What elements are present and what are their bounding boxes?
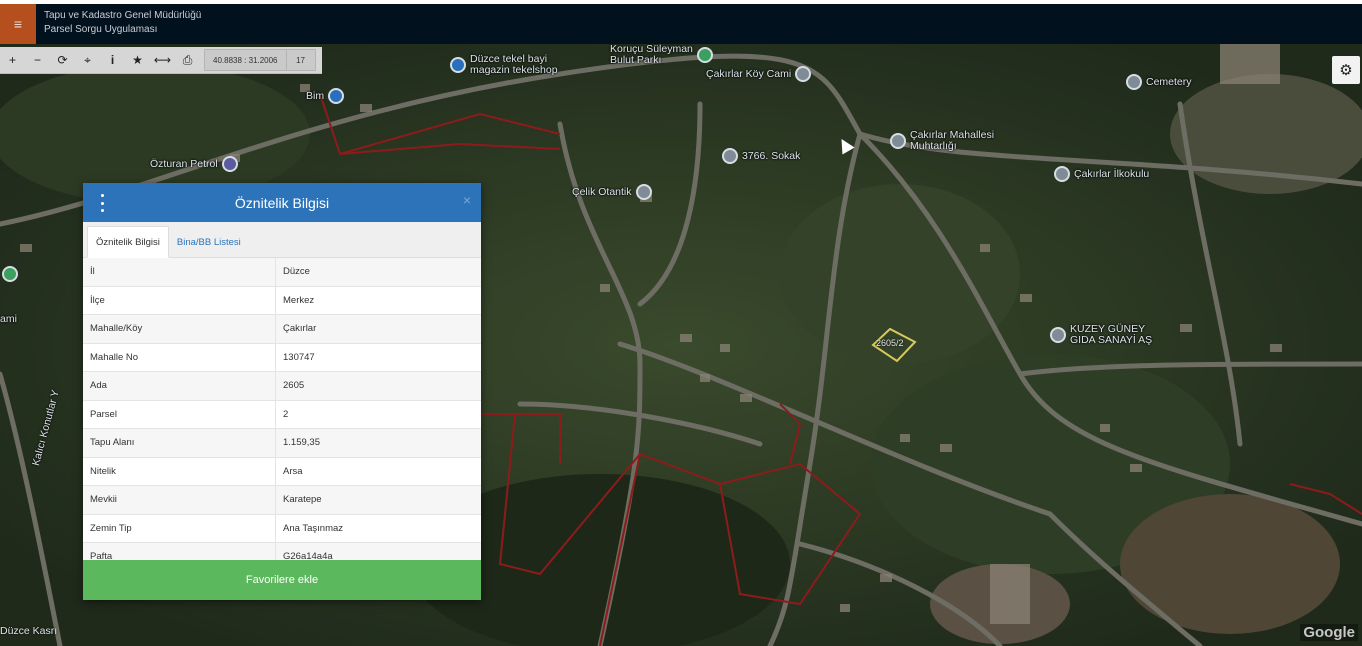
- shopping-pin-icon: [328, 88, 345, 104]
- info-icon[interactable]: i: [100, 47, 125, 73]
- poi-left-park[interactable]: [2, 266, 18, 282]
- kebab-menu-icon[interactable]: [95, 194, 109, 212]
- cemetery-pin-icon: [1126, 74, 1142, 90]
- poi-muhtarlik[interactable]: Çakırlar Mahallesi Muhtarlığı: [890, 130, 994, 152]
- google-logo: Google: [1300, 624, 1358, 641]
- attribute-value: 2605: [275, 371, 481, 401]
- poi-koy-cami[interactable]: Çakırlar Köy Cami: [706, 66, 812, 82]
- place-pin-icon: [635, 184, 652, 200]
- poi-tekel-bayi[interactable]: Düzce tekel bayi magazin tekelshop: [450, 54, 558, 76]
- map-corner-label: Düzce Kasrı: [0, 625, 58, 637]
- tab-bina-bb-listesi[interactable]: Bina/BB Listesi: [169, 227, 249, 257]
- attribute-key: İlçe: [83, 286, 276, 315]
- attribute-key: Ada: [83, 371, 276, 401]
- park-pin-icon: [696, 47, 713, 63]
- park-pin-icon: [2, 266, 18, 282]
- attribute-key: Tapu Alanı: [83, 428, 276, 458]
- attribute-key: Nitelik: [83, 457, 276, 486]
- close-icon[interactable]: ×: [463, 192, 471, 208]
- place-pin-icon: [722, 148, 738, 164]
- table-row: Mahalle/Köy Çakırlar: [83, 314, 481, 344]
- app-title: Tapu ve Kadastro Genel Müdürlüğü Parsel …: [44, 9, 201, 37]
- attribute-value: 130747: [275, 343, 481, 372]
- table-row: Nitelik Arsa: [83, 457, 481, 486]
- place-pin-icon: [1050, 327, 1066, 343]
- attribute-key: Zemin Tip: [83, 514, 276, 543]
- attribute-value: Düzce: [275, 258, 481, 287]
- poi-ilkokulu[interactable]: Çakırlar İlkokulu: [1054, 166, 1149, 182]
- table-row: Tapu Alanı 1.159,35: [83, 428, 481, 458]
- attribute-panel: Öznitelik Bilgisi × Öznitelik Bilgisi Bi…: [83, 183, 481, 600]
- attribute-value: Karatepe: [275, 485, 481, 515]
- top-bar: ≡ Tapu ve Kadastro Genel Müdürlüğü Parse…: [0, 4, 1362, 44]
- poi-cemetery[interactable]: Cemetery: [1126, 74, 1192, 90]
- zoom-in-icon[interactable]: +: [0, 47, 25, 73]
- attribute-value: 2: [275, 400, 481, 429]
- poi-3766-sokak[interactable]: 3766. Sokak: [722, 148, 800, 164]
- shopping-pin-icon: [450, 57, 466, 73]
- add-favorite-button[interactable]: Favorilere ekle: [83, 560, 481, 600]
- attribute-key: İl: [83, 258, 276, 287]
- table-row: İlçe Merkez: [83, 286, 481, 315]
- attribute-key: Mahalle No: [83, 343, 276, 372]
- refresh-icon[interactable]: ⟳: [50, 47, 75, 73]
- attribute-key: Parsel: [83, 400, 276, 429]
- attribute-value: Ana Taşınmaz: [275, 514, 481, 543]
- print-icon[interactable]: ⎙: [175, 47, 200, 73]
- coordinate-readout: 40.8838 : 31.2006: [204, 49, 287, 71]
- panel-title: Öznitelik Bilgisi: [234, 194, 330, 211]
- poi-park[interactable]: Koruçu Süleyman Bulut Parkı: [610, 44, 713, 66]
- panel-tabs: Öznitelik Bilgisi Bina/BB Listesi: [83, 222, 481, 258]
- hamburger-icon[interactable]: ≡: [0, 4, 36, 44]
- zoom-level-readout: 17: [286, 49, 316, 71]
- poi-ozturan-petrol[interactable]: Özturan Petrol: [150, 156, 238, 172]
- table-row: Mahalle No 130747: [83, 343, 481, 372]
- tab-oznitelik-bilgisi[interactable]: Öznitelik Bilgisi: [87, 226, 169, 258]
- table-row: Parsel 2: [83, 400, 481, 429]
- app-title-line1: Tapu ve Kadastro Genel Müdürlüğü: [44, 10, 202, 21]
- star-icon[interactable]: ★: [125, 47, 150, 73]
- poi-bim[interactable]: Bim: [306, 88, 345, 104]
- school-pin-icon: [1054, 166, 1070, 182]
- parcel-label[interactable]: 2605/2: [876, 338, 904, 348]
- building-pin-icon: [890, 133, 906, 149]
- panel-header: Öznitelik Bilgisi ×: [83, 183, 481, 222]
- attribute-key: Mevkii: [83, 485, 276, 515]
- table-row: İl Düzce: [83, 258, 481, 287]
- table-row: Zemin Tip Ana Taşınmaz: [83, 514, 481, 543]
- attribute-key: Mahalle/Köy: [83, 314, 276, 344]
- zoom-out-icon[interactable]: −: [25, 47, 50, 73]
- gear-icon[interactable]: ⚙: [1332, 56, 1360, 84]
- app-title-line2: Parsel Sorgu Uygulaması: [44, 24, 158, 35]
- poi-celik-otantik[interactable]: Çelik Otantik: [572, 184, 652, 200]
- locate-icon[interactable]: ⌖: [75, 47, 100, 73]
- measure-icon[interactable]: ⟷: [150, 47, 175, 73]
- attribute-value: Çakırlar: [275, 314, 481, 344]
- attribute-table: İl Düzce İlçe Merkez Mahalle/Köy Çakırlar Maha…: [83, 258, 481, 572]
- table-row: Mevkii Karatepe: [83, 485, 481, 515]
- poi-kuzey-guney[interactable]: KUZEY GÜNEY GIDA SANAYİ AŞ: [1050, 324, 1152, 346]
- table-row: Ada 2605: [83, 371, 481, 401]
- label-ami: ami: [0, 313, 17, 325]
- map-toolbar: + − ⟳ ⌖ i ★ ⟷ ⎙ 40.8838 : 31.2006 17: [0, 47, 322, 74]
- attribute-value: Arsa: [275, 457, 481, 486]
- mosque-pin-icon: [795, 66, 812, 82]
- attribute-value: 1.159,35: [275, 428, 481, 458]
- attribute-value: Merkez: [275, 286, 481, 315]
- gas-station-pin-icon: [221, 156, 238, 172]
